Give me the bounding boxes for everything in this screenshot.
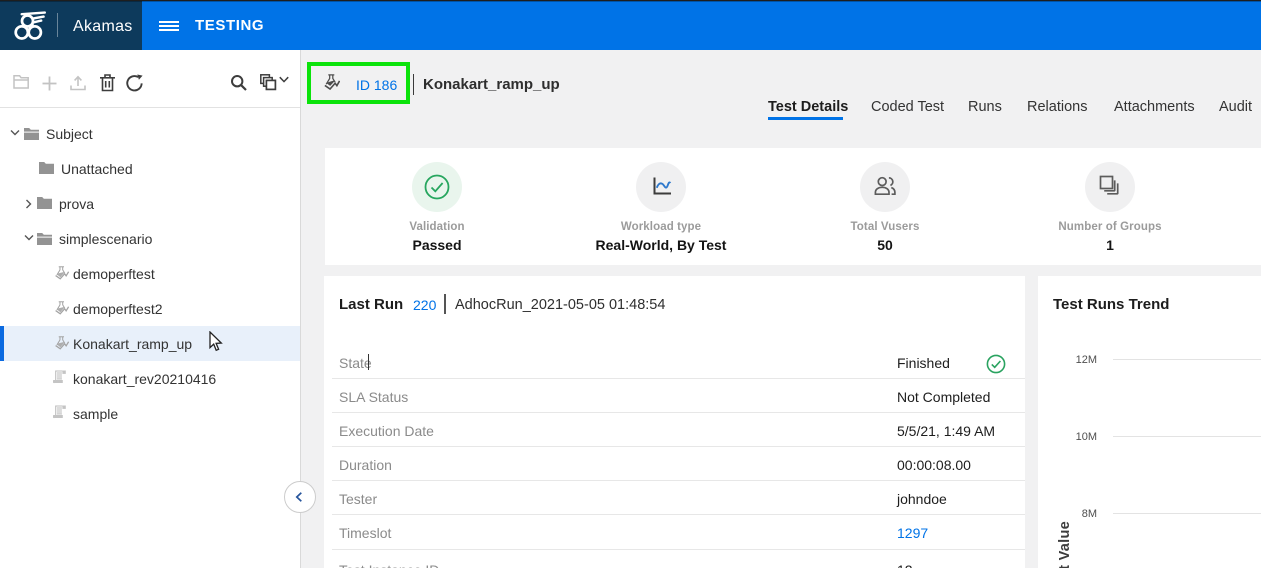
- svg-text:Measurement Value: Measurement Value: [1057, 521, 1073, 568]
